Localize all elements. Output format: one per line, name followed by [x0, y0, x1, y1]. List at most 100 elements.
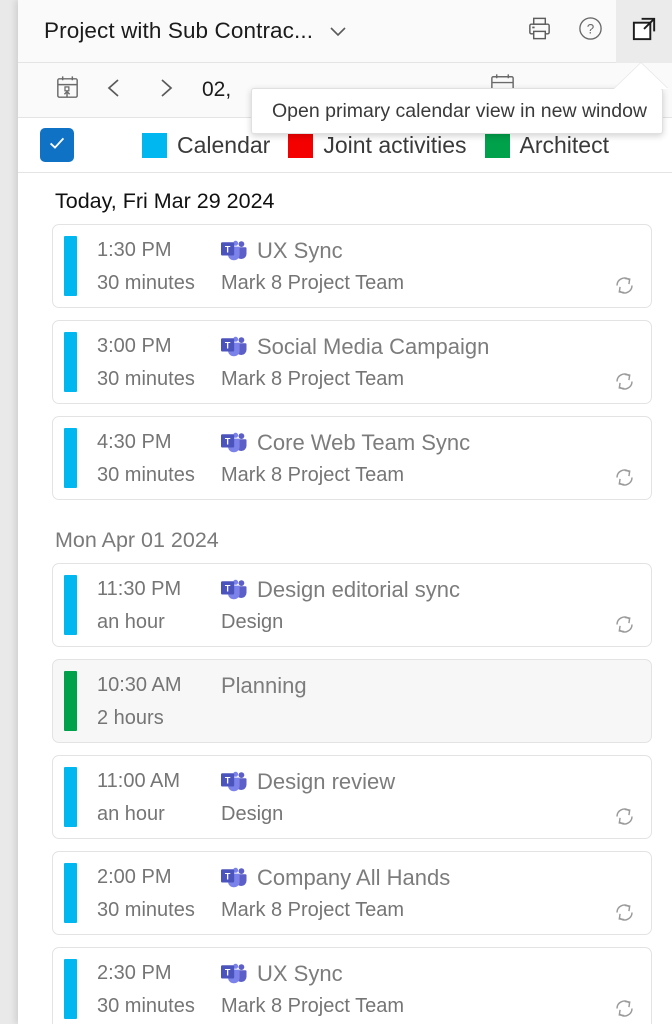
event-body: 11:30 PMT Design editorial sync an hourDes… — [77, 564, 651, 646]
event-duration: an hour — [97, 611, 221, 634]
event-time: 3:00 PM — [97, 335, 221, 358]
event-secondary-row: an hourDesign — [97, 798, 651, 831]
event-time: 11:00 AM — [97, 770, 221, 793]
event-title: T Design review — [221, 769, 395, 795]
event-title: T Core Web Team Sync — [221, 430, 470, 456]
svg-text:T: T — [225, 967, 231, 977]
recurrence-icon — [610, 463, 638, 491]
event-color-bar — [64, 428, 77, 488]
agenda-event-card[interactable]: 1:30 PM T UX Sync 30 minutesMark 8 Project … — [52, 224, 652, 308]
event-organizer: Mark 8 Project Team — [221, 272, 404, 295]
legend-item-calendar[interactable]: Calendar — [142, 132, 270, 159]
microsoft-teams-icon: T — [221, 867, 247, 889]
event-primary-row: 2:00 PMTCompany All Hands — [97, 861, 651, 894]
event-body: 4:30 PM T Core Web Team Sync 30 minutesMark… — [77, 417, 651, 499]
svg-text:T: T — [225, 244, 231, 254]
event-secondary-row: 30 minutesMark 8 Project Team — [97, 267, 651, 300]
agenda-event-card[interactable]: 2:30 PM T UX Sync 30 minutesMark 8 Project … — [52, 947, 652, 1024]
check-icon — [46, 132, 68, 159]
select-all-checkbox[interactable] — [40, 128, 74, 162]
event-body: 10:30 AMPlanning2 hours — [77, 660, 651, 742]
event-duration: 2 hours — [97, 707, 221, 730]
event-secondary-row: an hourDesign — [97, 606, 651, 639]
event-body: 2:00 PMTCompany All Hands30 minutesMark … — [77, 852, 651, 934]
tooltip-arrow — [614, 63, 668, 89]
event-time: 1:30 PM — [97, 239, 221, 262]
event-body: 11:00 AM T Design review an hourDesign — [77, 756, 651, 838]
microsoft-teams-icon: T — [221, 579, 247, 601]
agenda-event-card[interactable]: 4:30 PM T Core Web Team Sync 30 minutesMark… — [52, 416, 652, 500]
current-date-label: 02, — [202, 78, 231, 102]
event-body: 1:30 PM T UX Sync 30 minutesMark 8 Project … — [77, 225, 651, 307]
event-primary-row: 4:30 PM T Core Web Team Sync — [97, 426, 651, 459]
event-secondary-row: 2 hours — [97, 702, 651, 735]
event-title-text: UX Sync — [257, 238, 343, 264]
legend-item-label: Calendar — [177, 132, 270, 159]
event-organizer: Mark 8 Project Team — [221, 464, 404, 487]
event-primary-row: 11:00 AM T Design review — [97, 765, 651, 798]
event-title-text: Planning — [221, 673, 307, 699]
calendar-panel: Project with Sub Contrac... — [18, 0, 672, 1024]
event-duration: 30 minutes — [97, 464, 221, 487]
next-period-button[interactable] — [142, 69, 188, 111]
event-time: 11:30 PM — [97, 578, 221, 601]
agenda-event-card[interactable]: 10:30 AMPlanning2 hours — [52, 659, 652, 743]
svg-text:T: T — [225, 436, 231, 446]
event-body: 2:30 PM T UX Sync 30 minutesMark 8 Project … — [77, 948, 651, 1024]
recurrence-icon — [610, 610, 638, 638]
agenda-event-card[interactable]: 11:00 AM T Design review an hourDesign — [52, 755, 652, 839]
panel-header: Project with Sub Contrac... — [18, 0, 672, 63]
event-color-bar — [64, 332, 77, 392]
project-selector[interactable]: Project with Sub Contrac... — [44, 18, 349, 44]
event-time: 10:30 AM — [97, 674, 221, 697]
print-button[interactable] — [514, 0, 565, 63]
microsoft-teams-icon: T — [221, 336, 247, 358]
event-body: 3:00 PMTSocial Media Campaign30 minutesM… — [77, 321, 651, 403]
event-color-bar — [64, 959, 77, 1019]
legend-item-architect[interactable]: Architect — [485, 132, 609, 159]
legend-item-label: Architect — [520, 132, 609, 159]
microsoft-teams-icon: T — [221, 771, 247, 793]
agenda-event-card[interactable]: 3:00 PMTSocial Media Campaign30 minutesM… — [52, 320, 652, 404]
legend-item-joint-activities[interactable]: Joint activities — [288, 132, 466, 159]
agenda-list[interactable]: Today, Fri Mar 29 20241:30 PMTUX Sync30 … — [18, 173, 672, 1024]
event-primary-row: 11:30 PMT Design editorial sync — [97, 573, 651, 606]
event-primary-row: 1:30 PM T UX Sync — [97, 234, 651, 267]
agenda-event-card[interactable]: 11:30 PMT Design editorial sync an hourDes… — [52, 563, 652, 647]
event-primary-row: 3:00 PMTSocial Media Campaign — [97, 330, 651, 363]
event-title-text: UX Sync — [257, 961, 343, 987]
recurrence-icon — [610, 271, 638, 299]
chevron-right-icon — [152, 75, 178, 106]
recurrence-icon — [610, 898, 638, 926]
event-secondary-row: 30 minutesMark 8 Project Team — [97, 363, 651, 396]
legend-item-label: Joint activities — [323, 132, 466, 159]
event-time: 2:00 PM — [97, 866, 221, 889]
event-organizer: Design — [221, 803, 283, 826]
event-secondary-row: 30 minutesMark 8 Project Team — [97, 990, 651, 1023]
event-time: 2:30 PM — [97, 962, 221, 985]
tooltip-text: Open primary calendar view in new window — [272, 100, 647, 123]
event-color-bar — [64, 236, 77, 296]
tooltip: Open primary calendar view in new window — [251, 88, 663, 134]
agenda-day-header: Mon Apr 01 2024 — [38, 512, 652, 563]
event-title: TSocial Media Campaign — [221, 334, 489, 360]
event-time: 4:30 PM — [97, 431, 221, 454]
legend-color-swatch — [288, 133, 313, 158]
event-title: T UX Sync — [221, 961, 343, 987]
open-new-window-button[interactable] — [616, 0, 672, 63]
event-title: T Design editorial sync — [221, 577, 460, 603]
event-title-text: Design review — [257, 769, 395, 795]
event-title: TCompany All Hands — [221, 865, 450, 891]
microsoft-teams-icon: T — [221, 963, 247, 985]
calendar-import-button[interactable] — [46, 69, 88, 111]
help-button[interactable]: ? — [565, 0, 616, 63]
previous-period-button[interactable] — [92, 69, 138, 111]
event-title-text: Core Web Team Sync — [257, 430, 470, 456]
event-color-bar — [64, 575, 77, 635]
chevron-down-icon[interactable] — [327, 20, 349, 42]
svg-text:T: T — [225, 775, 231, 785]
microsoft-teams-icon: T — [221, 432, 247, 454]
event-title-text: Design editorial sync — [257, 577, 460, 603]
event-primary-row: 2:30 PM T UX Sync — [97, 957, 651, 990]
agenda-event-card[interactable]: 2:00 PMTCompany All Hands30 minutesMark … — [52, 851, 652, 935]
